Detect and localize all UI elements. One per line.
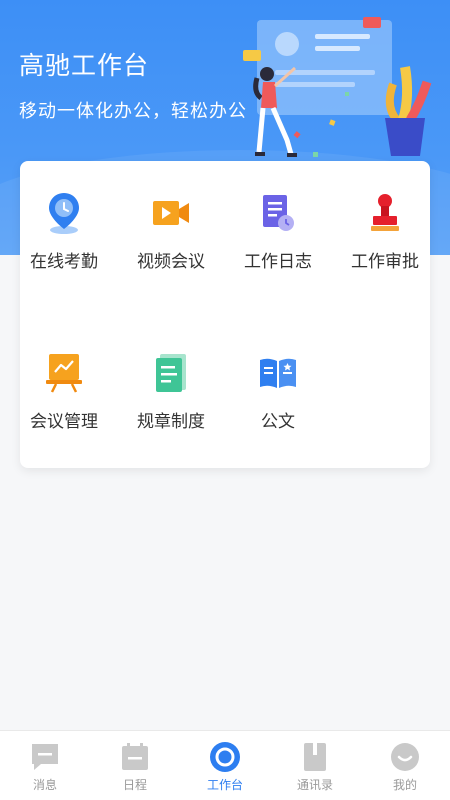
app-title: 高驰工作台 [19,51,150,80]
stamp-icon [365,191,405,235]
app-label: 公文 [261,412,295,432]
app-label: 规章制度 [137,412,205,432]
calendar-icon [119,741,151,773]
tab-label: 消息 [32,778,57,792]
workbench-icon [209,741,241,773]
presentation-board-icon [44,351,84,395]
document-list-icon [151,351,191,395]
app-subtitle: 移动一体化办公，轻松办公 [19,101,247,122]
message-icon [29,741,61,773]
tab-label: 日程 [122,778,147,792]
app-work-log[interactable]: 工作日志 [228,191,328,291]
app-online-attendance[interactable]: 在线考勤 [14,191,114,291]
tab-profile[interactable]: 我的 [360,731,450,800]
app-label: 会议管理 [30,412,98,432]
app-official-document[interactable]: 公文 [228,351,328,451]
tab-label: 通讯录 [296,778,333,792]
contacts-icon [299,741,331,773]
location-pin-icon [44,191,84,235]
tab-workbench[interactable]: 工作台 [180,731,270,800]
tab-contacts[interactable]: 通讯录 [270,731,360,800]
app-grid-panel: 在线考勤 视频会议 工作日志 工作审批 会议管理 规章制度 公文 [20,161,430,468]
tab-schedule[interactable]: 日程 [90,731,180,800]
tab-label: 我的 [392,778,417,792]
document-clock-icon [258,191,298,235]
open-book-icon [258,351,298,395]
app-label: 工作审批 [351,252,419,272]
app-label: 在线考勤 [30,252,98,272]
app-label: 视频会议 [137,252,205,272]
app-rules-regulations[interactable]: 规章制度 [121,351,221,451]
app-meeting-management[interactable]: 会议管理 [14,351,114,451]
office-illustration [243,17,432,157]
profile-icon [389,741,421,773]
bottom-tab-bar: 消息 日程 工作台 通讯录 我的 [0,730,450,800]
app-work-approval[interactable]: 工作审批 [335,191,435,291]
tab-messages[interactable]: 消息 [0,731,90,800]
tab-label: 工作台 [206,778,243,792]
app-label: 工作日志 [244,252,312,272]
video-camera-icon [151,191,191,235]
app-video-meeting[interactable]: 视频会议 [121,191,221,291]
